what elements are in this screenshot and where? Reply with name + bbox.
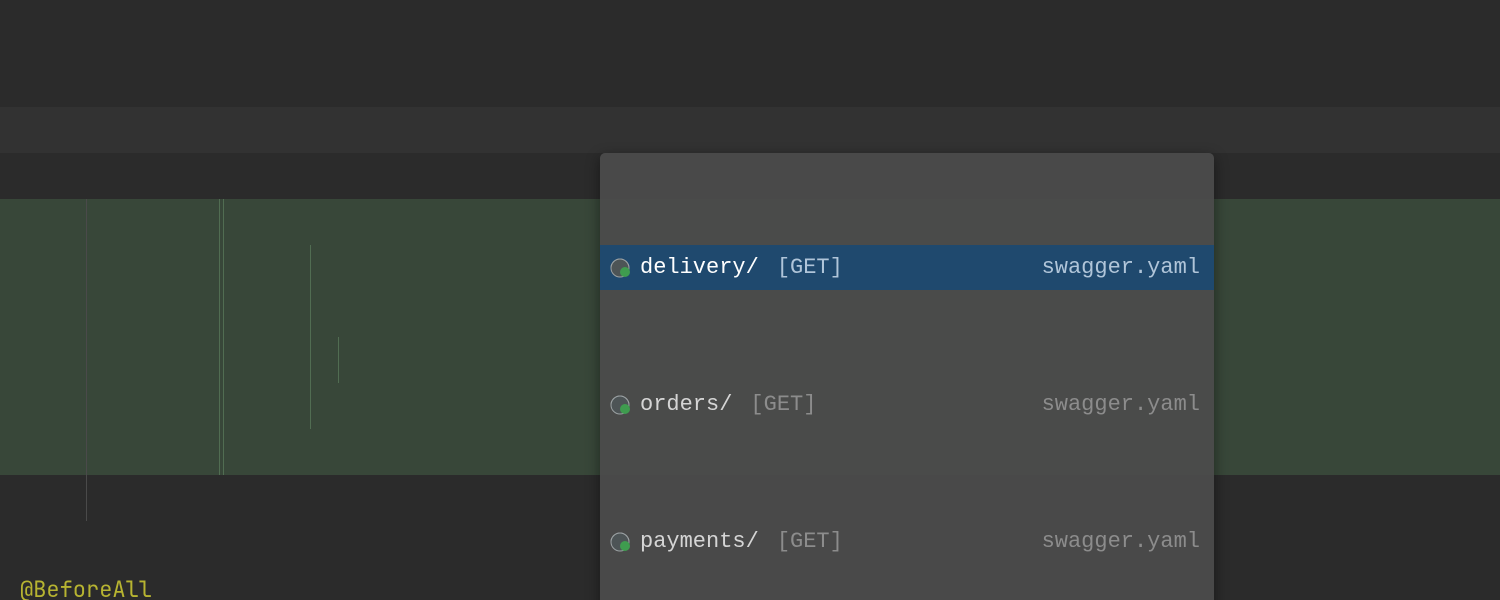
endpoint-icon bbox=[610, 258, 630, 278]
autocomplete-popup[interactable]: delivery/ [GET] swagger.yaml orders/ [GE… bbox=[600, 153, 1214, 600]
string-indent-guide bbox=[223, 199, 224, 475]
string-indent-guide bbox=[338, 337, 339, 383]
string-indent-guide bbox=[310, 245, 311, 429]
autocomplete-label: orders/ bbox=[640, 382, 732, 428]
endpoint-icon bbox=[610, 395, 630, 415]
annotation: @BeforeAll bbox=[20, 575, 152, 600]
autocomplete-method: [GET] bbox=[750, 382, 816, 428]
autocomplete-label: payments/ bbox=[640, 519, 759, 565]
autocomplete-method: [GET] bbox=[777, 519, 843, 565]
current-line-highlight bbox=[0, 107, 1500, 153]
string-indent-guide bbox=[219, 199, 220, 475]
endpoint-icon bbox=[610, 532, 630, 552]
indent-guide bbox=[86, 199, 87, 521]
autocomplete-source: swagger.yaml bbox=[1042, 519, 1200, 565]
autocomplete-source: swagger.yaml bbox=[1042, 245, 1200, 291]
autocomplete-method: [GET] bbox=[777, 245, 843, 291]
autocomplete-source: swagger.yaml bbox=[1042, 382, 1200, 428]
autocomplete-item[interactable]: payments/ [GET] swagger.yaml bbox=[600, 519, 1214, 564]
autocomplete-item[interactable]: delivery/ [GET] swagger.yaml bbox=[600, 245, 1214, 290]
autocomplete-item[interactable]: orders/ [GET] swagger.yaml bbox=[600, 382, 1214, 427]
autocomplete-label: delivery/ bbox=[640, 245, 759, 291]
code-editor[interactable]: @BeforeAll public static void setupStub(… bbox=[0, 0, 1500, 600]
